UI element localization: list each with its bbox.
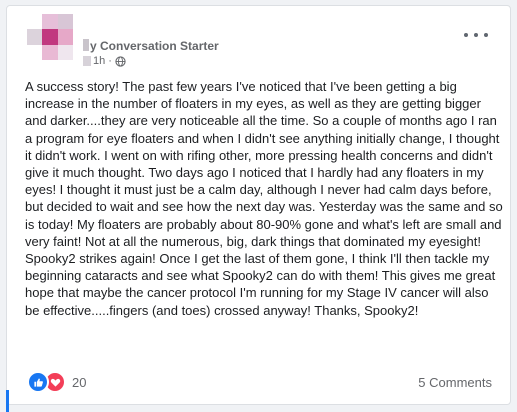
post-text: A success story! The past few years I've… — [25, 79, 503, 318]
like-reaction-icon — [27, 371, 49, 393]
focus-accent-bar — [6, 390, 9, 412]
post-meta: 1h · — [83, 55, 126, 67]
more-options-icon[interactable] — [464, 28, 488, 42]
redacted-name — [83, 39, 89, 51]
author-suffix: y Conversation Starter — [90, 39, 219, 53]
post-time[interactable]: 1h — [93, 55, 105, 67]
redacted-meta — [83, 56, 91, 66]
reaction-count: 20 — [72, 374, 87, 390]
globe-icon[interactable] — [115, 55, 126, 67]
author-name[interactable]: y Conversation Starter — [83, 39, 219, 53]
reactions-summary[interactable]: 20 — [27, 371, 86, 393]
comments-count-link[interactable]: 5 Comments — [418, 375, 492, 390]
avatar[interactable] — [27, 14, 73, 60]
post-card: y Conversation Starter 1h · A success st… — [6, 5, 511, 412]
